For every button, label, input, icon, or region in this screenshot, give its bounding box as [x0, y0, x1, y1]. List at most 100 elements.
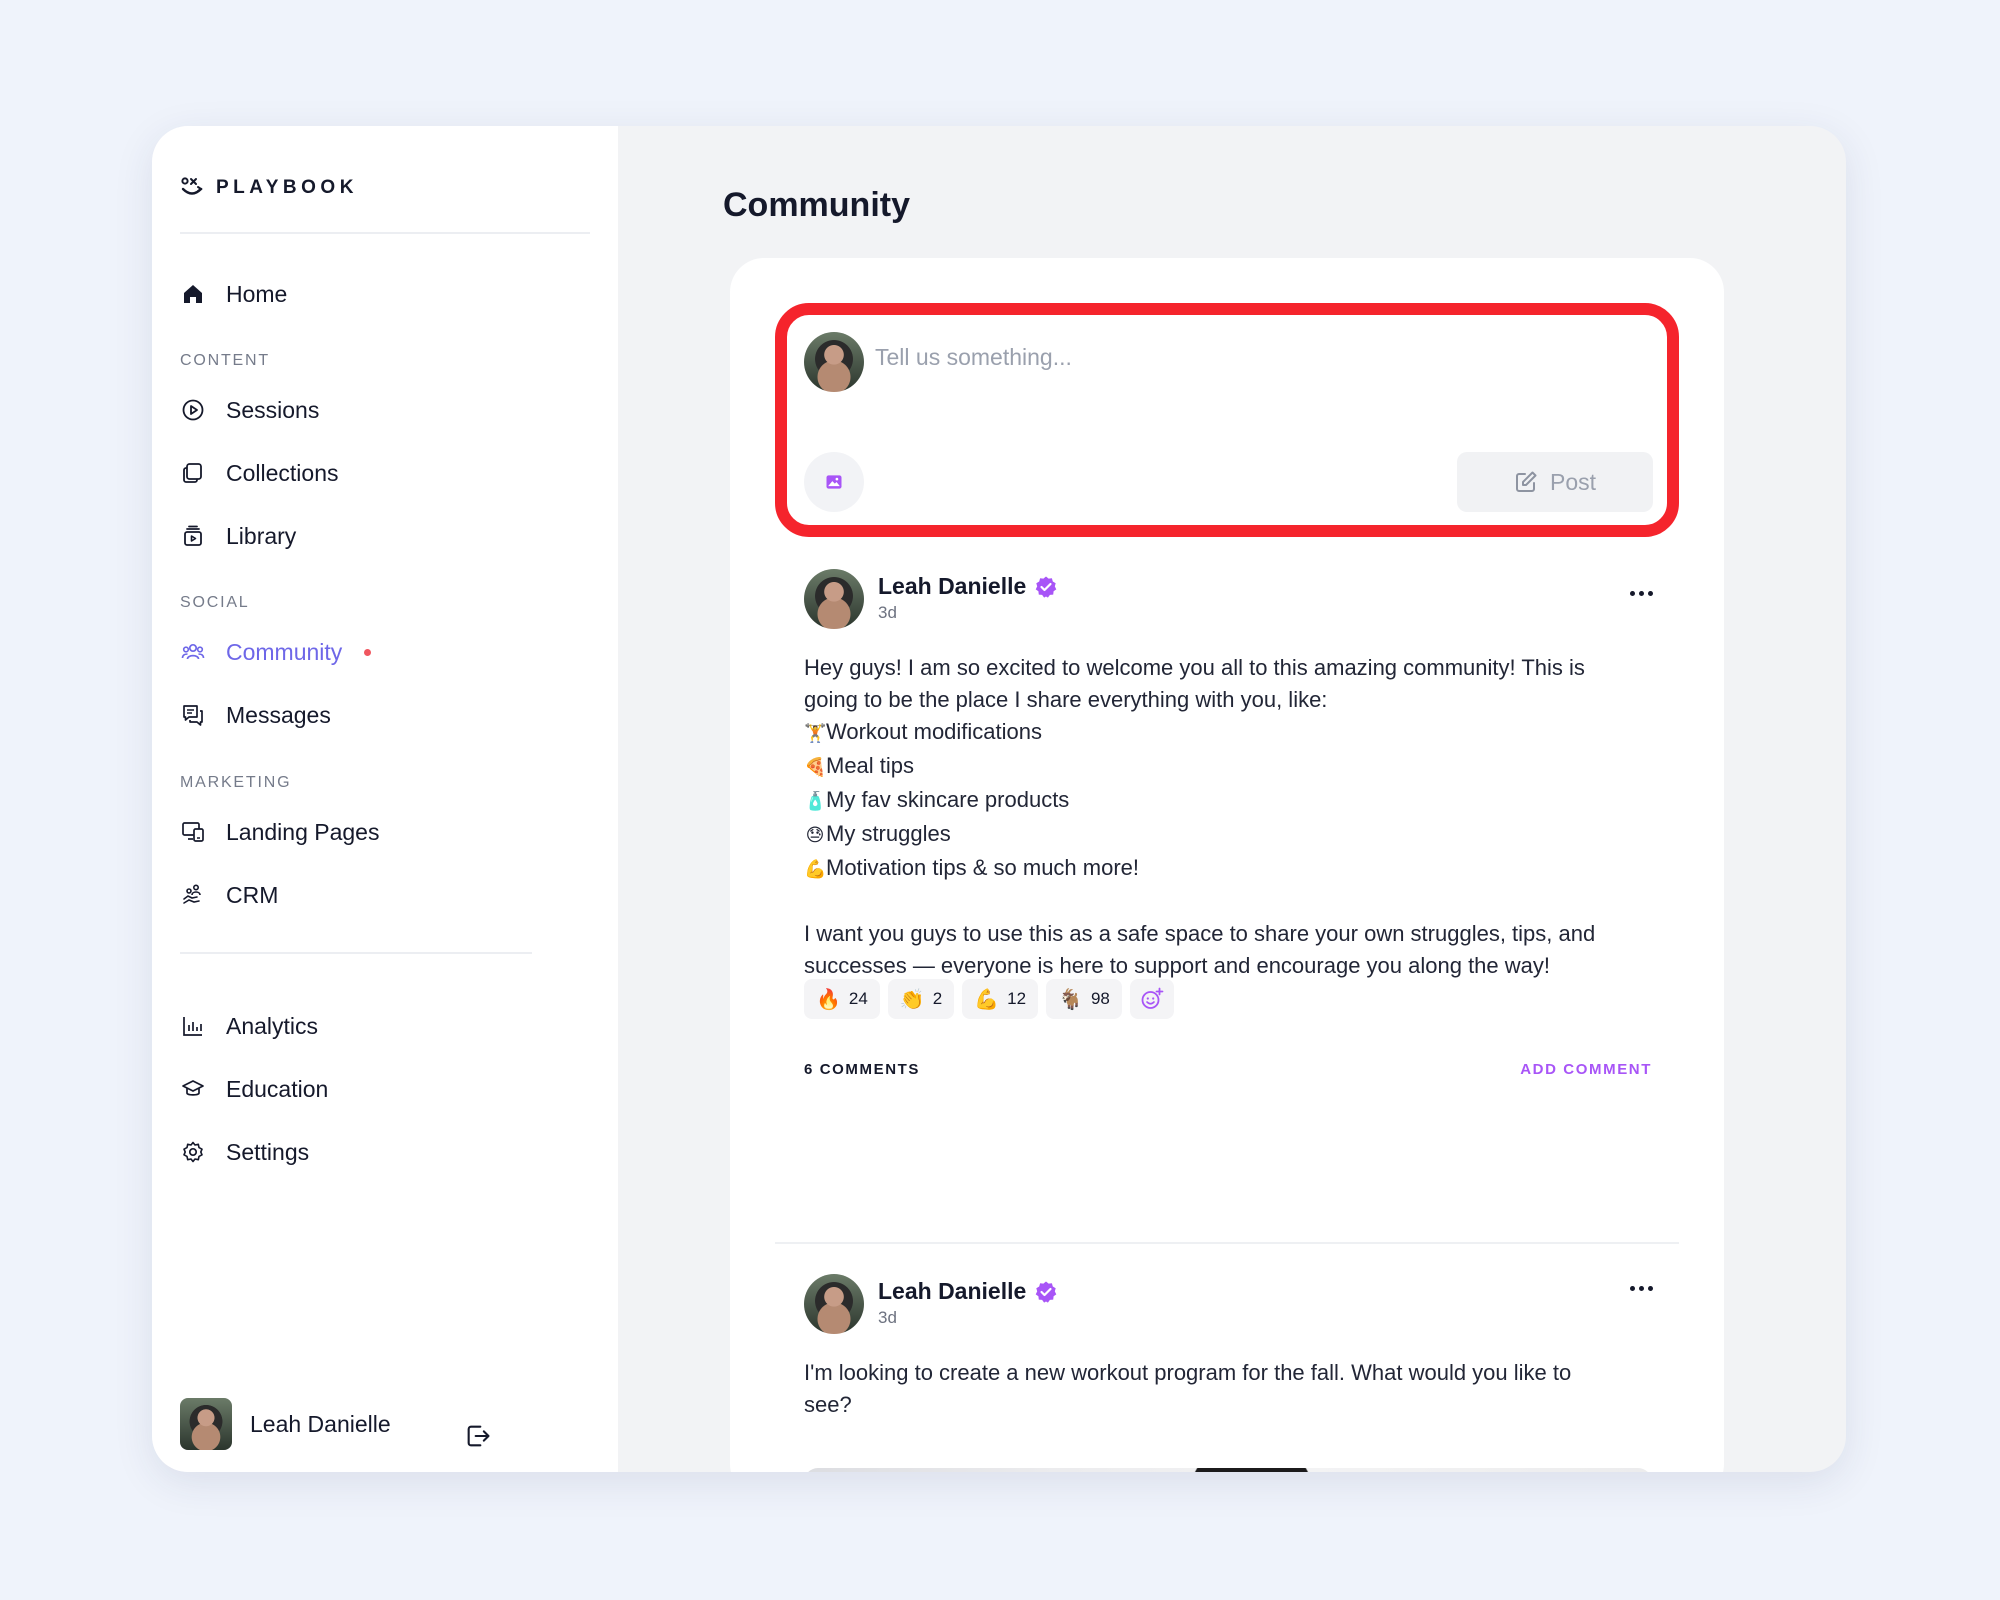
reaction-clap[interactable]: 👏 2 [887, 979, 955, 1019]
post-time: 3d [878, 1308, 897, 1327]
avatar [804, 332, 864, 392]
sidebar-item-landing-pages[interactable]: Landing Pages [180, 812, 379, 852]
more-options-icon[interactable] [1626, 1278, 1656, 1298]
graduation-cap-icon [180, 1076, 206, 1102]
post-composer: Post [775, 303, 1679, 537]
sidebar: PLAYBOOK Home CONTENT Sessions Collectio… [152, 126, 618, 1472]
sidebar-item-analytics[interactable]: Analytics [180, 1006, 318, 1046]
sweat-emoji: 😓 [805, 825, 825, 846]
post-text-line: going to be the place I share everything… [804, 687, 1328, 712]
post-author[interactable]: Leah Danielle [878, 1278, 1058, 1305]
current-user[interactable]: Leah Danielle [180, 1398, 391, 1450]
sidebar-item-label: Landing Pages [226, 818, 380, 845]
reaction-fire[interactable]: 🔥 24 [804, 979, 880, 1019]
post-button[interactable]: Post [1457, 452, 1653, 512]
brand-name: PLAYBOOK [216, 177, 358, 198]
post-body: I'm looking to create a new workout prog… [804, 1357, 1659, 1421]
post-divider [775, 1242, 1679, 1244]
sidebar-divider [180, 232, 590, 234]
landing-pages-icon [180, 819, 206, 845]
playbook-logo-icon [181, 177, 203, 195]
section-label-social: SOCIAL [180, 594, 250, 611]
app-window: PLAYBOOK Home CONTENT Sessions Collectio… [152, 126, 1846, 1472]
lotion-emoji: 🧴 [804, 791, 827, 812]
crm-icon [180, 882, 206, 908]
post-text-line: see? [804, 1392, 852, 1417]
reaction-count: 2 [932, 989, 943, 1008]
weightlifter-emoji: 🏋 [804, 723, 827, 744]
author-name: Leah Danielle [878, 573, 1027, 599]
add-reaction-button[interactable] [1129, 979, 1174, 1019]
pizza-emoji: 🍕 [804, 757, 827, 778]
clap-emoji: 👏 [899, 987, 925, 1011]
sidebar-item-library[interactable]: Library [180, 516, 296, 556]
avatar [180, 1398, 232, 1450]
fire-emoji: 🔥 [816, 987, 841, 1011]
post-text-line: successes — everyone is here to support … [804, 953, 1551, 978]
post-button-label: Post [1549, 468, 1597, 495]
sidebar-item-settings[interactable]: Settings [180, 1132, 309, 1172]
play-circle-icon [180, 397, 206, 423]
sidebar-item-label: Messages [226, 701, 331, 728]
post-time: 3d [878, 603, 897, 622]
add-emoji-icon [1141, 987, 1164, 1009]
sidebar-item-community[interactable]: Community [180, 632, 372, 672]
post-list-item: Meal tips [826, 753, 915, 778]
sidebar-item-collections[interactable]: Collections [180, 453, 339, 493]
image-icon [826, 475, 842, 489]
community-icon [180, 639, 206, 665]
sidebar-item-sessions[interactable]: Sessions [180, 390, 319, 430]
sidebar-item-label: Collections [226, 459, 339, 486]
post-image[interactable] [804, 1468, 1652, 1472]
notification-dot [364, 648, 372, 656]
sidebar-item-home[interactable]: Home [180, 274, 287, 314]
comments-count-link[interactable]: 6 COMMENTS [804, 1061, 920, 1078]
post-list-item: My struggles [826, 821, 951, 846]
post-list-item: My fav skincare products [826, 787, 1070, 812]
sidebar-item-label: Home [226, 280, 288, 307]
reaction-count: 98 [1090, 989, 1110, 1008]
home-icon [180, 281, 206, 307]
post-list-item: Workout modifications [826, 719, 1043, 744]
gear-icon [180, 1139, 206, 1165]
edit-icon [1515, 471, 1537, 492]
verified-badge-icon [1035, 576, 1057, 598]
sidebar-item-messages[interactable]: Messages [180, 695, 331, 735]
add-image-button[interactable] [804, 452, 864, 512]
more-options-icon[interactable] [1626, 583, 1656, 603]
add-comment-link[interactable]: ADD COMMENT [1520, 1061, 1652, 1078]
post-body: Hey guys! I am so excited to welcome you… [804, 652, 1659, 982]
community-feed: Post Leah Danielle 3d Hey guys! I am so … [730, 258, 1724, 1472]
reaction-goat[interactable]: 🐐 98 [1046, 979, 1122, 1019]
reaction-bar: 🔥 24 👏 2 💪 12 🐐 98 [804, 979, 1174, 1019]
sidebar-item-label: Education [226, 1075, 329, 1102]
goat-emoji: 🐐 [1058, 987, 1083, 1011]
sidebar-item-education[interactable]: Education [180, 1069, 328, 1109]
flexed-biceps-emoji: 💪 [974, 987, 1000, 1011]
sidebar-divider [180, 952, 532, 954]
reaction-muscle[interactable]: 💪 12 [962, 979, 1039, 1019]
analytics-icon [180, 1013, 206, 1039]
page-title: Community [723, 186, 910, 224]
user-name: Leah Danielle [250, 1410, 391, 1437]
feed-post: Leah Danielle 3d Hey guys! I am so excit… [730, 569, 1724, 1109]
avatar[interactable] [804, 569, 864, 629]
flexed-biceps-emoji: 💪 [804, 859, 827, 880]
post-input[interactable] [875, 337, 1435, 377]
post-list-item: Motivation tips & so much more! [826, 855, 1140, 880]
section-label-content: CONTENT [180, 352, 270, 369]
post-text-line: Hey guys! I am so excited to welcome you… [804, 655, 1585, 680]
sidebar-item-label: CRM [226, 881, 279, 908]
post-author[interactable]: Leah Danielle [878, 573, 1058, 600]
sidebar-item-label: Analytics [226, 1012, 319, 1039]
reaction-count: 12 [1007, 989, 1027, 1008]
sidebar-item-label: Settings [226, 1138, 310, 1165]
verified-badge-icon [1035, 1281, 1057, 1303]
sidebar-item-label: Sessions [226, 396, 320, 423]
brand-logo[interactable]: PLAYBOOK [180, 173, 358, 203]
logout-icon[interactable] [464, 1422, 492, 1450]
messages-icon [180, 702, 206, 728]
avatar[interactable] [804, 1274, 864, 1334]
sidebar-item-crm[interactable]: CRM [180, 875, 278, 915]
author-name: Leah Danielle [878, 1278, 1027, 1304]
